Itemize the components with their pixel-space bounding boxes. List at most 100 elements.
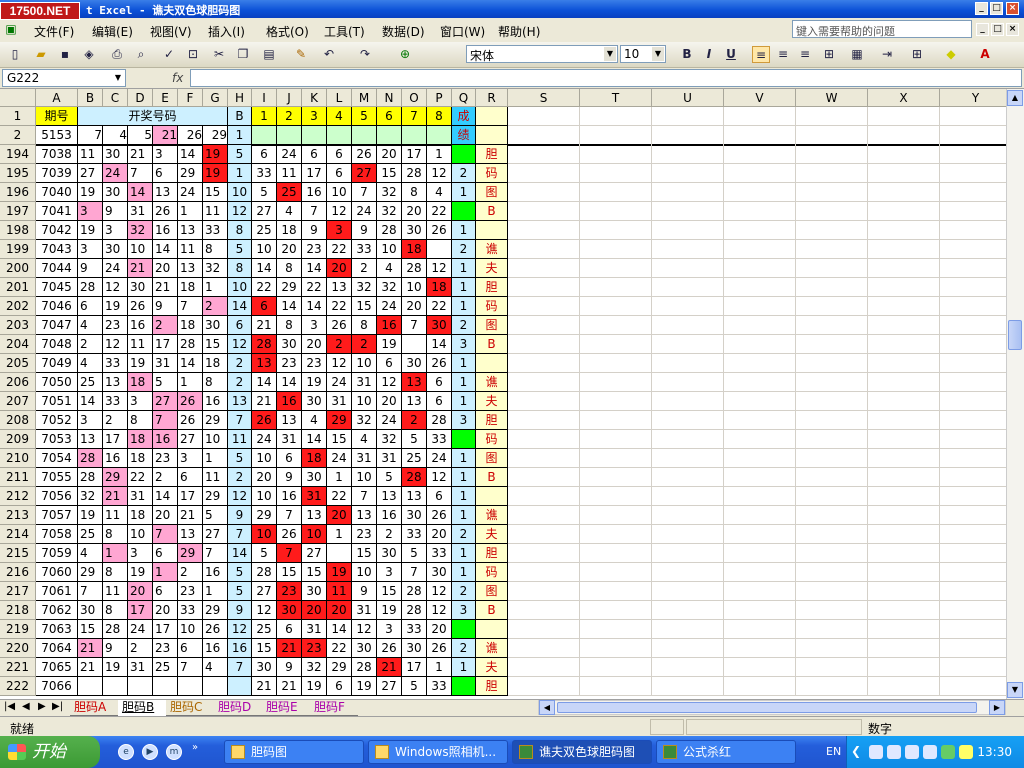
current-blue[interactable]: 1	[228, 126, 252, 145]
cell[interactable]	[796, 639, 868, 658]
period-cell[interactable]: 7048	[36, 335, 78, 354]
chevron-down-icon[interactable]: ▼	[652, 47, 664, 61]
result-cell[interactable]	[452, 430, 476, 449]
number-cell[interactable]: 20	[377, 145, 402, 164]
number-cell[interactable]: 3	[178, 449, 203, 468]
number-cell[interactable]: 22	[327, 297, 352, 316]
number-cell[interactable]	[327, 544, 352, 563]
cell[interactable]	[652, 411, 724, 430]
number-cell[interactable]: 5	[402, 430, 427, 449]
cell[interactable]	[796, 677, 868, 696]
number-cell[interactable]: 19	[377, 335, 402, 354]
number-cell[interactable]: 30	[377, 544, 402, 563]
number-cell[interactable]: 5	[252, 183, 277, 202]
cell[interactable]	[508, 411, 580, 430]
italic-button[interactable]: I	[700, 46, 718, 63]
period-cell[interactable]: 7040	[36, 183, 78, 202]
cell[interactable]	[868, 202, 940, 221]
header-blue-ball[interactable]: B	[228, 107, 252, 126]
label-cell[interactable]: 夫	[476, 525, 508, 544]
period-cell[interactable]: 7043	[36, 240, 78, 259]
number-cell[interactable]: 22	[327, 639, 352, 658]
number-cell[interactable]: 5	[203, 506, 228, 525]
period-cell[interactable]: 7051	[36, 392, 78, 411]
number-cell[interactable]: 1	[178, 373, 203, 392]
number-cell[interactable]: 27	[302, 544, 327, 563]
number-cell[interactable]: 16	[377, 316, 402, 335]
column-header-c[interactable]: C	[103, 89, 128, 107]
number-cell[interactable]: 21	[153, 278, 178, 297]
column-header-v[interactable]: V	[724, 89, 796, 107]
cell[interactable]	[652, 335, 724, 354]
number-cell[interactable]: 23	[352, 525, 377, 544]
number-cell[interactable]: 26	[427, 221, 452, 240]
number-cell[interactable]: 30	[103, 183, 128, 202]
cell[interactable]	[724, 506, 796, 525]
cell[interactable]	[940, 525, 1012, 544]
cell[interactable]	[724, 259, 796, 278]
label-cell[interactable]: 夫	[476, 392, 508, 411]
number-cell[interactable]: 12	[252, 601, 277, 620]
number-cell[interactable]: 23	[277, 582, 302, 601]
number-cell[interactable]: 7	[352, 183, 377, 202]
menu-help[interactable]: 帮助(H)	[498, 23, 540, 40]
cell[interactable]	[796, 126, 868, 145]
number-cell[interactable]: 18	[427, 278, 452, 297]
number-cell[interactable]: 17	[103, 430, 128, 449]
cell[interactable]	[724, 240, 796, 259]
label-cell[interactable]: 图	[476, 316, 508, 335]
column-header-x[interactable]: X	[868, 89, 940, 107]
result-cell[interactable]: 1	[452, 278, 476, 297]
number-cell[interactable]: 1	[103, 544, 128, 563]
number-cell[interactable]: 2	[203, 297, 228, 316]
cell[interactable]	[652, 601, 724, 620]
cell[interactable]	[940, 468, 1012, 487]
number-cell[interactable]: 18	[178, 316, 203, 335]
number-cell[interactable]: 9	[153, 297, 178, 316]
number-cell[interactable]: 11	[327, 582, 352, 601]
result-cell[interactable]: 1	[452, 221, 476, 240]
task-folder[interactable]: 胆码图	[224, 740, 364, 764]
number-cell[interactable]: 6	[302, 145, 327, 164]
cell[interactable]	[652, 202, 724, 221]
column-header-j[interactable]: J	[277, 89, 302, 107]
cell[interactable]	[508, 525, 580, 544]
number-cell[interactable]: 3	[78, 202, 103, 221]
number-cell[interactable]: 14	[228, 297, 252, 316]
row-header[interactable]: 216	[0, 563, 36, 582]
minimize-button[interactable]: _	[975, 2, 988, 15]
number-cell[interactable]: 32	[377, 430, 402, 449]
number-cell[interactable]: 6	[252, 297, 277, 316]
row-header[interactable]: 208	[0, 411, 36, 430]
label-cell[interactable]	[476, 487, 508, 506]
number-cell[interactable]: 33	[203, 221, 228, 240]
cell[interactable]	[724, 601, 796, 620]
period-cell[interactable]: 7061	[36, 582, 78, 601]
number-cell[interactable]: 20	[153, 601, 178, 620]
cell[interactable]	[796, 183, 868, 202]
number-cell[interactable]: 26	[427, 506, 452, 525]
cell[interactable]	[868, 221, 940, 240]
cell[interactable]	[508, 639, 580, 658]
column-header-o[interactable]: O	[402, 89, 427, 107]
header-draw-numbers[interactable]: 开奖号码	[78, 107, 228, 126]
number-cell[interactable]: 20	[327, 259, 352, 278]
vertical-scroll-thumb[interactable]	[1008, 320, 1022, 350]
cell[interactable]	[724, 563, 796, 582]
number-cell[interactable]: 8	[277, 316, 302, 335]
number-cell[interactable]: 32	[78, 487, 103, 506]
number-cell[interactable]: 28	[402, 164, 427, 183]
number-cell[interactable]: 24	[178, 183, 203, 202]
cell[interactable]	[508, 487, 580, 506]
number-cell[interactable]: 9	[352, 221, 377, 240]
print-preview-icon[interactable]: ⌕	[132, 46, 150, 63]
cell[interactable]	[427, 126, 452, 145]
cell[interactable]	[724, 677, 796, 696]
number-cell[interactable]: 20	[277, 240, 302, 259]
cell[interactable]	[868, 563, 940, 582]
cell[interactable]	[724, 639, 796, 658]
label-cell[interactable]: 图	[476, 183, 508, 202]
cell[interactable]	[796, 202, 868, 221]
current-number[interactable]: 26	[178, 126, 203, 145]
number-cell[interactable]: 21	[377, 658, 402, 677]
